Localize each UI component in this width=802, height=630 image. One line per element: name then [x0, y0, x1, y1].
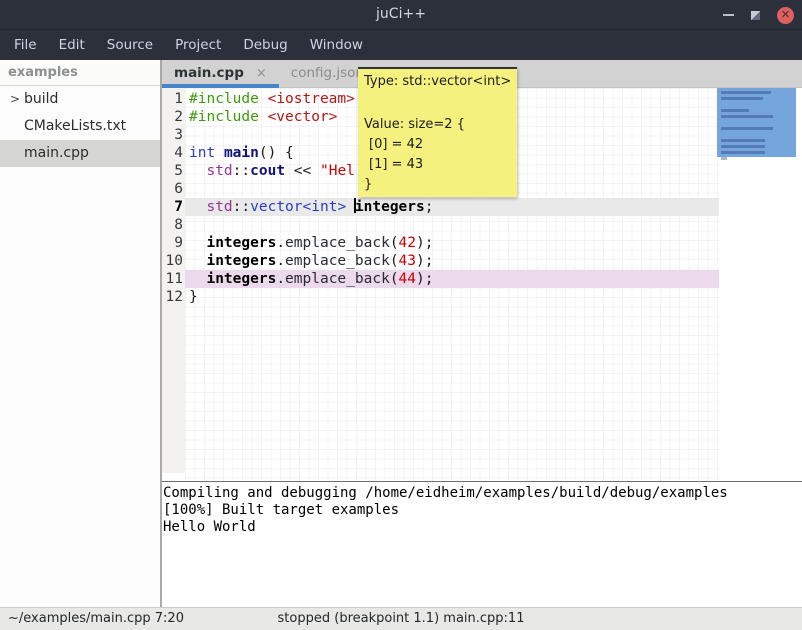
tooltip-type-line: Type: std::vector<int>: [364, 73, 511, 90]
minimize-icon[interactable]: [723, 14, 734, 16]
menu-item-debug[interactable]: Debug: [234, 30, 296, 60]
gutter-line-number[interactable]: 11: [162, 270, 185, 288]
chevron-right-icon[interactable]: >: [10, 86, 20, 113]
gutter-line-number[interactable]: 4: [162, 144, 185, 162]
menu-item-window[interactable]: Window: [301, 30, 372, 60]
code-line[interactable]: integers.emplace_back(44);: [185, 270, 719, 288]
code-line[interactable]: integers.emplace_back(42);: [185, 234, 719, 252]
sidebar-item-label: main.cpp: [24, 140, 89, 167]
code-line[interactable]: std::vector<int> integers;: [185, 198, 719, 216]
close-icon[interactable]: ✕: [777, 7, 794, 24]
menu-item-edit[interactable]: Edit: [50, 30, 94, 60]
menu-item-file[interactable]: File: [5, 30, 46, 60]
titlebar[interactable]: juCi++ ✕: [0, 0, 802, 30]
sidebar-item-label: CMakeLists.txt: [24, 113, 126, 140]
output-line: Hello World: [163, 519, 802, 536]
menubar: FileEditSourceProjectDebugWindow: [0, 30, 802, 60]
minimap-code-line: [721, 97, 763, 100]
gutter-line-number[interactable]: 7: [162, 198, 185, 216]
statusbar: stopped (breakpoint 1.1) main.cpp:11 ~/e…: [0, 607, 802, 630]
menu-item-project[interactable]: Project: [166, 30, 230, 60]
output-line: [100%] Built target examples: [163, 502, 802, 519]
tab-close-icon[interactable]: ×: [256, 66, 267, 81]
gutter-line-number[interactable]: 8: [162, 216, 185, 234]
tooltip-value-line: [0] = 42: [364, 135, 511, 155]
tab-main-cpp[interactable]: main.cpp ×: [162, 60, 279, 88]
minimap-code-line: [721, 145, 765, 148]
line-number-gutter[interactable]: 123456789101112: [162, 88, 185, 473]
minimap-code-line: [721, 115, 773, 118]
tooltip-value-line: }: [364, 175, 511, 195]
gutter-line-number[interactable]: 1: [162, 90, 185, 108]
file-tree-sidebar: examples >buildCMakeLists.txtmain.cpp: [0, 60, 160, 607]
minimap-code-line: [721, 157, 727, 160]
minimap-code-line: [721, 127, 773, 130]
file-tree: >buildCMakeLists.txtmain.cpp: [0, 86, 160, 167]
gutter-line-number[interactable]: 9: [162, 234, 185, 252]
code-line[interactable]: [185, 216, 719, 234]
restore-icon[interactable]: [751, 11, 760, 20]
sidebar-item-cmakelists-txt[interactable]: CMakeLists.txt: [0, 113, 160, 140]
tooltip-value-block: Value: size=2 {[0] = 42[1] = 43}: [364, 115, 511, 195]
gutter-line-number[interactable]: 2: [162, 108, 185, 126]
file-location-text: ~/examples/main.cpp 7:20: [8, 611, 184, 626]
tooltip-value-line: [1] = 43: [364, 155, 511, 175]
tooltip-value-line: Value: size=2 {: [364, 115, 511, 135]
gutter-line-number[interactable]: 6: [162, 180, 185, 198]
app-window: juCi++ ✕ FileEditSourceProjectDebugWindo…: [0, 0, 802, 630]
window-controls: ✕: [723, 0, 794, 30]
code-line[interactable]: integers.emplace_back(43);: [185, 252, 719, 270]
output-console[interactable]: Compiling and debugging /home/eidheim/ex…: [162, 482, 802, 607]
sidebar-item-main-cpp[interactable]: main.cpp: [0, 140, 160, 167]
sidebar-item-label: build: [24, 86, 58, 113]
gutter-line-number[interactable]: 10: [162, 252, 185, 270]
gutter-line-number[interactable]: 5: [162, 162, 185, 180]
minimap-code-line: [721, 151, 765, 154]
minimap-slider[interactable]: [717, 88, 796, 157]
debug-value-tooltip: Type: std::vector<int> Value: size=2 {[0…: [358, 67, 517, 197]
tab-label: config.json: [291, 65, 364, 81]
gutter-line-number[interactable]: 12: [162, 288, 185, 306]
gutter-line-number[interactable]: 3: [162, 126, 185, 144]
tab-label: main.cpp: [174, 65, 244, 81]
minimap-code-line: [721, 109, 749, 112]
window-title: juCi++: [0, 6, 802, 22]
menu-item-source[interactable]: Source: [98, 30, 162, 60]
code-line[interactable]: }: [185, 288, 719, 306]
minimap-code-line: [721, 139, 765, 142]
tree-column-header[interactable]: examples: [0, 60, 160, 86]
output-line: Compiling and debugging /home/eidheim/ex…: [163, 485, 802, 502]
sidebar-item-build[interactable]: >build: [0, 86, 160, 113]
minimap-code-line: [721, 91, 771, 94]
